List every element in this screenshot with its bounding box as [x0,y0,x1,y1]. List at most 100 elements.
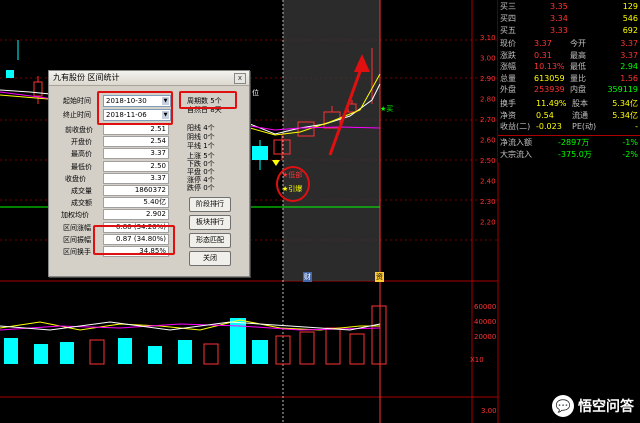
highlight-dates [97,91,173,125]
vol-bar [230,318,246,364]
stat-label: 成交量 [71,187,92,195]
highlight-range [93,225,175,255]
stage-rank-button[interactable]: 阶段排行 [189,197,231,212]
stat-value: 2.902 [103,209,169,221]
bid-price: 3.35 [550,2,568,11]
vol-bar [203,343,219,365]
vol-bar [4,338,18,364]
quote-row: 净流入额 -2897万 -1% [498,137,640,149]
price-tick: 2.60 [480,137,496,145]
price-tick: 3.00 [480,55,496,63]
close-icon[interactable]: x [234,73,246,84]
stat-label: 前收盘价 [65,126,93,134]
quote-row: 净资 0.54 流通 5.34亿 [498,110,640,122]
quote-value: -0.023 [536,122,562,131]
quote-value: 3.37 [620,50,638,60]
quote-value: 359119 [607,85,638,94]
quote-label: 总量 [500,73,516,83]
interval-stats-dialog[interactable]: 九有股份 区间统计 x 起始时间 2018-10-30 ▼ 终止时间 2018-1… [48,70,250,277]
vol-bar [60,342,74,364]
price-tick: 2.80 [480,96,496,104]
quote-value: 11.49% [536,99,567,108]
quote-value: 2.94 [620,62,638,71]
chat-bubble-icon: 💬 [552,395,574,417]
bid-volume: 129 [622,2,638,11]
quote-value: 5.34亿 [612,110,638,120]
stat-value: 2.50 [103,160,169,172]
vol-bar [118,338,132,364]
stat-value: 5.40亿 [103,197,169,209]
position-label: 位 [252,89,259,97]
stat-value: 2.54 [103,136,169,148]
bid-price: 3.34 [550,14,568,23]
pattern-match-button[interactable]: 形态匹配 [189,233,231,248]
candle [6,70,14,78]
quote-label: 净资 [500,110,516,120]
quote-value: 1.56 [620,73,638,83]
end-label: 终止时间 [63,111,91,119]
quote-value: 5.34亿 [612,99,638,108]
quote-row: 买五 3.33 692 [498,25,640,37]
quote-label: 内盘 [570,85,586,94]
quote-row: 涨跌 0.31 最高 3.37 [498,50,640,62]
bid-label: 买四 [500,14,516,23]
quote-label: 外盘 [500,85,516,94]
price-tick: 2.40 [480,178,496,186]
quote-row: 总量 613059 量比 1.56 [498,73,640,85]
flow-pct: -1% [622,138,638,147]
highlight-period [179,91,237,109]
low-label: ★低部 [282,171,303,179]
bid-volume: 692 [622,26,638,35]
trend-count: 跌停 0个 [187,184,215,192]
dialog-titlebar[interactable]: 九有股份 区间统计 x [49,71,249,86]
flow-value: -2897万 [558,138,590,147]
zi-marker[interactable]: 资 [375,272,384,282]
vol-bar [89,339,105,365]
buy-label: ★买 [380,105,394,113]
flow-value: -375.0万 [558,149,592,159]
stat-label: 加权均价 [61,211,89,220]
quote-label: 最低 [570,62,586,71]
quote-row: 买三 3.35 129 [498,1,640,13]
quote-label: 量比 [570,73,586,83]
divider [498,135,640,136]
close-button[interactable]: 关闭 [189,251,231,266]
quote-label: 股本 [572,99,588,108]
watermark: 💬 悟空问答 [552,395,634,417]
stat-value: 3.37 [103,148,169,160]
sector-rank-button[interactable]: 板块排行 [189,215,231,230]
price-tick: 2.30 [480,198,496,206]
vol-bar [371,305,387,365]
cai-marker[interactable]: 财 [303,272,312,282]
volume-tick: 60000 [474,303,496,311]
stat-label: 开盘价 [71,138,92,147]
quote-row: 换手 11.49% 股本 5.34亿 [498,98,640,110]
vol-bar [148,346,162,364]
stat-value: 1860372 [103,185,169,196]
vol-bar [325,327,341,365]
price-tick: 2.50 [480,157,496,165]
volume-tick: 40000 [474,318,496,326]
quote-value: 10.13% [534,62,565,71]
stat-label: 区间振幅 [63,235,91,244]
price-tick: 3.10 [480,34,496,42]
quote-value: 0.54 [536,110,554,120]
candle [33,81,43,97]
stat-label: 区间换手 [63,248,91,256]
price-tick: 2.70 [480,116,496,124]
quote-value: 0.31 [534,50,552,60]
quote-label: 涨幅 [500,62,516,71]
vol-bar [252,340,268,364]
quote-label: 现价 [500,39,516,48]
candle-count: 平线 1个 [187,142,215,150]
stat-value: 3.37 [103,172,169,184]
stat-label: 成交额 [71,199,92,208]
quote-value: 3.37 [534,39,552,48]
bid-label: 买五 [500,26,516,35]
vol-bar [349,333,365,365]
selection-region[interactable] [283,0,380,281]
volume-unit: X10 [470,356,484,364]
volume-tick: 20000 [474,333,496,341]
bottom-tick: 3.00 [481,407,497,415]
quote-label: PE(动) [572,122,597,131]
